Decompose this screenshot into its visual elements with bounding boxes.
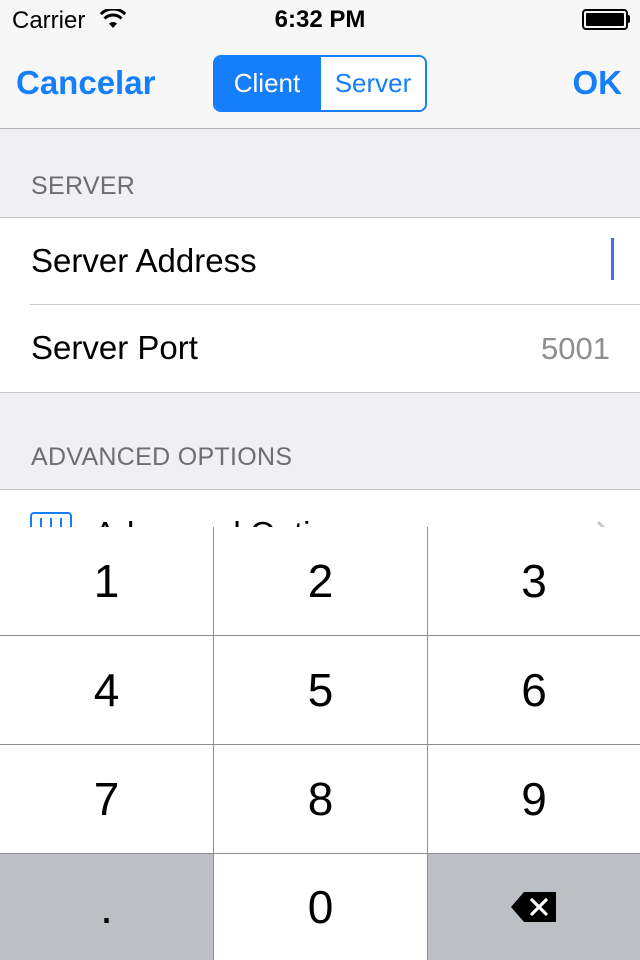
server-settings-group: Server Address Server Port 5001 <box>0 217 640 393</box>
key-9[interactable]: 9 <box>428 745 640 853</box>
ok-button[interactable]: OK <box>573 64 623 102</box>
server-address-row[interactable]: Server Address <box>0 218 640 305</box>
status-bar: Carrier 6:32 PM <box>0 0 640 40</box>
cancel-button[interactable]: Cancelar <box>16 64 155 102</box>
delete-key[interactable] <box>428 854 640 960</box>
server-address-label: Server Address <box>31 242 257 279</box>
key-8[interactable]: 8 <box>214 745 427 853</box>
key-decimal[interactable]: . <box>0 854 213 960</box>
server-section-header: SERVER <box>31 172 136 200</box>
advanced-options-row[interactable]: Advanced Options <box>0 489 640 530</box>
key-1[interactable]: 1 <box>0 527 213 635</box>
advanced-section-header: ADVANCED OPTIONS <box>31 443 293 471</box>
clock: 6:32 PM <box>274 6 366 33</box>
server-port-field[interactable]: 5001 <box>541 331 610 367</box>
key-0[interactable]: 0 <box>214 854 427 960</box>
segment-server[interactable]: Server <box>319 57 425 110</box>
mode-segmented-control: Client Server <box>213 55 427 112</box>
navigation-bar: Cancelar Client Server OK <box>0 40 640 129</box>
key-4[interactable]: 4 <box>0 636 213 744</box>
text-cursor <box>611 238 614 280</box>
key-2[interactable]: 2 <box>214 527 427 635</box>
key-6[interactable]: 6 <box>428 636 640 744</box>
key-3[interactable]: 3 <box>428 527 640 635</box>
server-port-row[interactable]: Server Port 5001 <box>0 304 640 392</box>
key-7[interactable]: 7 <box>0 745 213 853</box>
segment-client[interactable]: Client <box>215 57 319 110</box>
numeric-keypad: 1 2 3 4 5 6 7 8 9 . 0 <box>0 527 640 960</box>
battery-icon <box>582 9 630 30</box>
key-5[interactable]: 5 <box>214 636 427 744</box>
delete-backspace-icon <box>511 892 556 922</box>
server-port-label: Server Port <box>31 329 198 366</box>
